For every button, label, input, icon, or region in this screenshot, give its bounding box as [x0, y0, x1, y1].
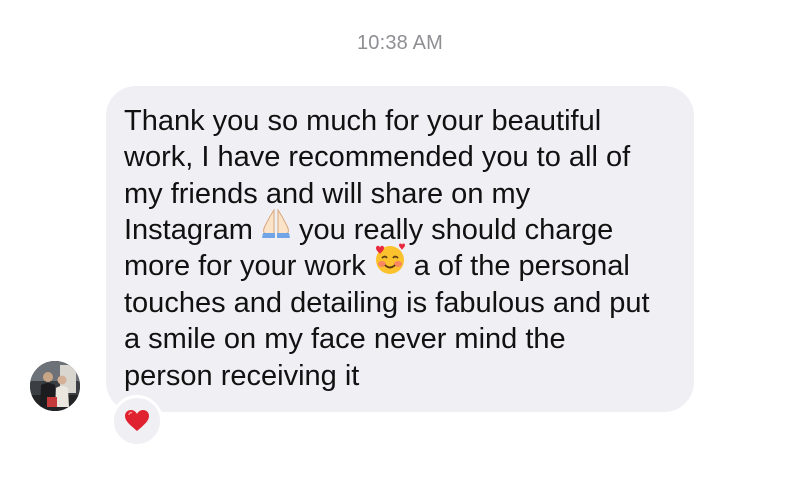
- heart-reaction[interactable]: [111, 395, 163, 447]
- avatar-photo: [30, 361, 80, 411]
- message-line: work, I have recommended you to all of: [124, 141, 631, 174]
- message-line: person receiving it: [124, 359, 360, 392]
- message-line: a smile on my face never mind the: [124, 323, 566, 356]
- message-line: touches and detailing is fabulous and pu…: [124, 287, 650, 320]
- message-line: Thank you so much for your beautiful: [124, 105, 602, 137]
- message-text: Instagram: [124, 213, 253, 246]
- message-text: a of the personal: [413, 250, 630, 283]
- smiling-face-with-hearts-emoji: [372, 242, 408, 285]
- incoming-message-bubble[interactable]: Thank you so much for your beautiful wor…: [106, 86, 694, 412]
- red-heart-icon: [125, 410, 149, 431]
- message-text: you really should charge: [298, 213, 614, 246]
- folded-hands-emoji: [259, 207, 293, 248]
- message-line: my friends and will share on my: [124, 177, 531, 210]
- message-timestamp: 10:38 AM: [356, 32, 444, 54]
- message-line: more for your work a of the personal: [124, 243, 670, 285]
- message-text: more for your work: [124, 250, 366, 283]
- contact-avatar[interactable]: [30, 361, 80, 411]
- conversation-view: 10:38 AM Thank you so much for your beau…: [0, 0, 800, 487]
